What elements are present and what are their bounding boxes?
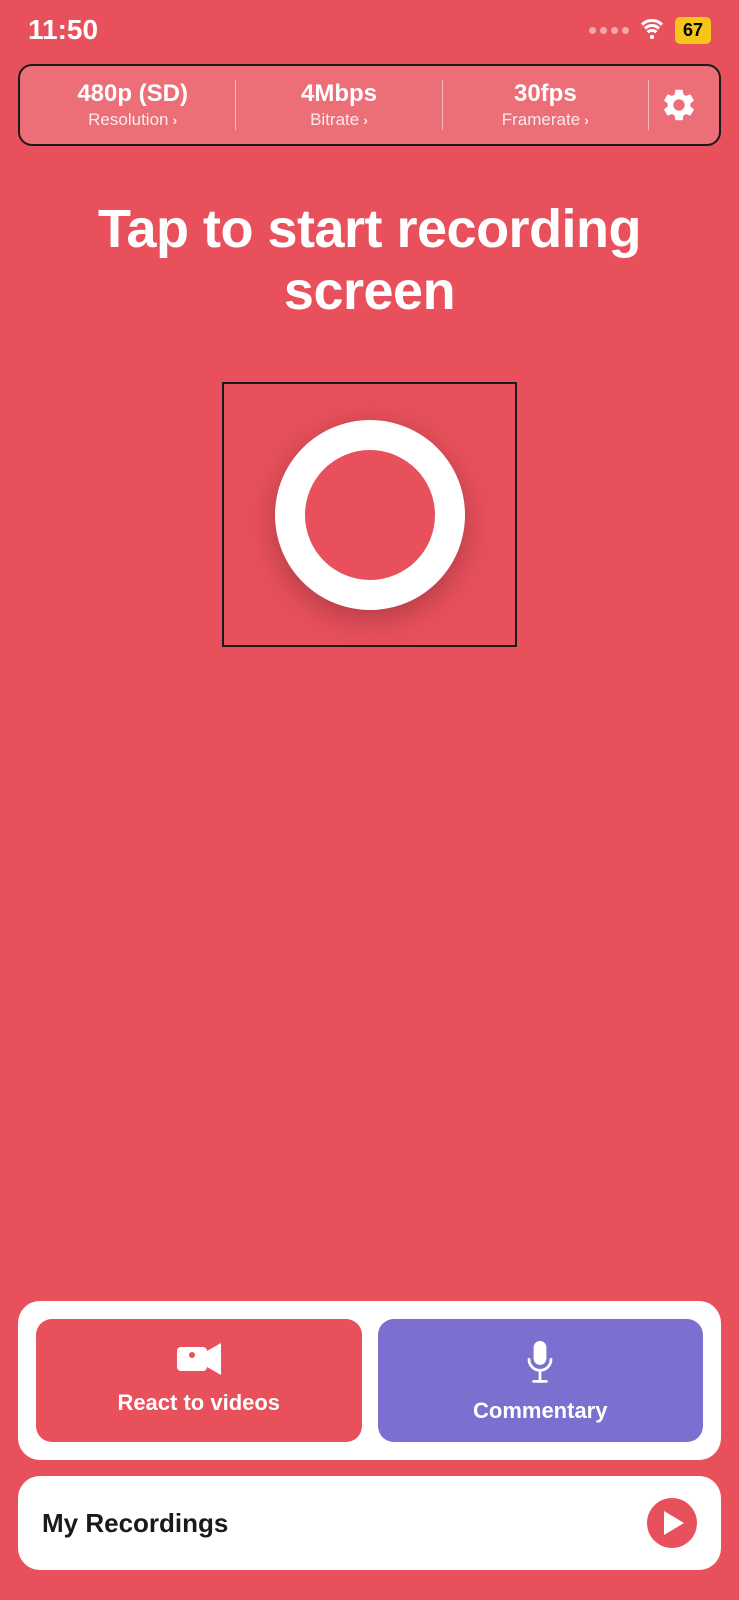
chevron-right-icon: › [584, 112, 589, 128]
framerate-label: Framerate › [443, 110, 648, 130]
bitrate-label: Bitrate › [236, 110, 441, 130]
my-recordings-card[interactable]: My Recordings [18, 1476, 721, 1570]
status-time: 11:50 [28, 14, 98, 46]
status-bar: 11:50 67 [0, 0, 739, 56]
chevron-right-icon: › [363, 112, 368, 128]
chevron-right-icon: › [172, 112, 177, 128]
record-circle [305, 450, 435, 580]
settings-button[interactable] [649, 86, 709, 124]
framerate-value: 30fps [443, 80, 648, 108]
wifi-icon [639, 17, 665, 44]
react-button-label: React to videos [117, 1390, 280, 1416]
settings-bar[interactable]: 480p (SD) Resolution › 4Mbps Bitrate › 3… [18, 64, 721, 146]
gear-icon [660, 86, 698, 124]
status-right: 67 [589, 17, 711, 44]
video-camera-icon [177, 1341, 221, 1380]
microphone-icon [525, 1341, 555, 1388]
bitrate-setting[interactable]: 4Mbps Bitrate › [236, 80, 442, 130]
resolution-label: Resolution › [30, 110, 235, 130]
action-buttons-card: React to videos Commentary [18, 1301, 721, 1460]
record-area [0, 382, 739, 647]
framerate-setting[interactable]: 30fps Framerate › [443, 80, 649, 130]
bitrate-value: 4Mbps [236, 80, 441, 108]
commentary-button-label: Commentary [473, 1398, 607, 1424]
play-button[interactable] [647, 1498, 697, 1548]
play-icon [664, 1511, 684, 1535]
resolution-setting[interactable]: 480p (SD) Resolution › [30, 80, 236, 130]
recordings-label: My Recordings [42, 1508, 228, 1539]
record-button[interactable] [222, 382, 517, 647]
battery-indicator: 67 [675, 17, 711, 44]
resolution-value: 480p (SD) [30, 80, 235, 108]
main-heading: Tap to start recording screen [40, 198, 699, 322]
signal-icon [589, 27, 629, 34]
react-to-videos-button[interactable]: React to videos [36, 1319, 362, 1442]
commentary-button[interactable]: Commentary [378, 1319, 704, 1442]
record-button-inner[interactable] [275, 420, 465, 610]
bottom-card: React to videos Commentary My Recordings [18, 1301, 721, 1570]
